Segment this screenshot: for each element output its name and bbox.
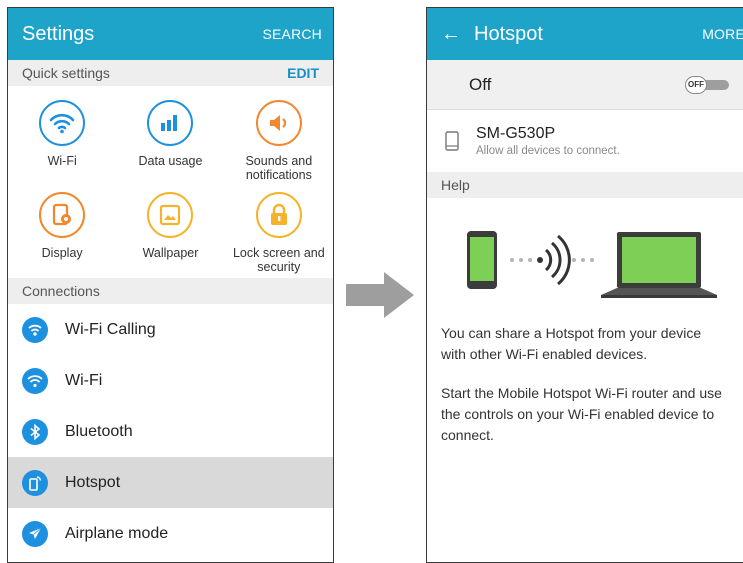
tile-label: Wi-Fi	[47, 154, 77, 168]
wifi-calling-icon	[22, 316, 48, 343]
list-item-label: Hotspot	[65, 473, 121, 491]
hotspot-switch[interactable]: OFF	[685, 75, 731, 94]
more-button[interactable]: MORE	[702, 26, 743, 42]
section-title: Help	[441, 177, 470, 193]
list-item-bluetooth[interactable]: Bluetooth	[8, 406, 333, 457]
help-paragraph: You can share a Hotspot from your device…	[441, 325, 702, 362]
bluetooth-icon	[22, 418, 48, 445]
hotspot-app-bar: ← Hotspot MORE	[427, 8, 743, 60]
list-item-label: Airplane mode	[65, 524, 169, 542]
tile-label: Data usage	[138, 154, 203, 168]
device-row[interactable]: SM-G530P Allow all devices to connect.	[427, 110, 743, 172]
search-button[interactable]: SEARCH	[262, 26, 322, 42]
list-item-label: Wi-Fi Calling	[65, 320, 156, 338]
quick-setting-wallpaper[interactable]: Wallpaper	[116, 184, 224, 278]
wifi-icon	[22, 367, 48, 394]
tile-label: Display	[41, 246, 83, 260]
airplane-icon	[22, 520, 48, 547]
hotspot-icon	[22, 469, 48, 496]
picture-icon	[147, 192, 194, 238]
help-paragraph: Start the Mobile Hotspot Wi-Fi router an…	[441, 385, 722, 443]
list-item-label: Wi-Fi	[65, 371, 103, 389]
help-header: Help	[427, 172, 743, 198]
device-name: SM-G530P	[476, 125, 556, 142]
settings-screen: Settings SEARCH Quick settings EDIT Wi-F…	[7, 7, 334, 563]
list-item-airplane-mode[interactable]: Airplane mode	[8, 508, 333, 559]
device-text: SM-G530P Allow all devices to connect.	[476, 125, 620, 157]
phone-to-laptop-icon	[467, 231, 717, 298]
hotspot-illustration	[427, 198, 743, 323]
hotspot-master-toggle-row[interactable]: Off OFF	[427, 60, 743, 110]
list-item-wifi-calling[interactable]: Wi-Fi Calling	[8, 304, 333, 355]
quick-settings-grid: Wi-Fi Data usage Sounds and notification…	[8, 86, 333, 278]
flow-arrow-icon	[346, 272, 414, 318]
list-item-hotspot[interactable]: Hotspot	[8, 457, 333, 508]
page-title: Settings	[22, 22, 95, 45]
back-arrow-icon[interactable]: ←	[441, 24, 461, 44]
connections-header: Connections	[8, 278, 333, 304]
quick-setting-data-usage[interactable]: Data usage	[116, 86, 224, 184]
connections-list: Wi-Fi Calling Wi-Fi Bluetooth Hotspot Ai…	[8, 304, 333, 559]
switch-thumb: OFF	[685, 75, 707, 94]
section-title: Quick settings	[22, 65, 110, 81]
help-description: You can share a Hotspot from your device…	[427, 323, 743, 446]
page-title: Hotspot	[474, 22, 543, 45]
settings-app-bar: Settings SEARCH	[8, 8, 333, 60]
wifi-icon	[39, 100, 86, 146]
tile-label: Lock screen and security	[232, 246, 325, 274]
quick-setting-wifi[interactable]: Wi-Fi	[8, 86, 116, 184]
list-item-wifi[interactable]: Wi-Fi	[8, 355, 333, 406]
quick-setting-sounds[interactable]: Sounds and notifications	[225, 86, 333, 184]
edit-button[interactable]: EDIT	[287, 65, 319, 81]
display-gear-icon	[39, 192, 86, 238]
device-subtitle: Allow all devices to connect.	[476, 145, 620, 157]
phone-outline-icon	[445, 131, 459, 151]
quick-settings-header: Quick settings EDIT	[8, 60, 333, 86]
speaker-icon	[255, 100, 302, 146]
hotspot-screen: ← Hotspot MORE Off OFF SM-G530P Allow al…	[426, 7, 743, 563]
toggle-state-label: Off	[469, 74, 492, 94]
bar-chart-icon	[147, 100, 194, 146]
section-title: Connections	[22, 283, 100, 299]
quick-setting-lock-screen[interactable]: Lock screen and security	[225, 184, 333, 278]
padlock-icon	[255, 192, 302, 238]
tile-label: Wallpaper	[142, 246, 199, 260]
tile-label: Sounds and notifications	[245, 154, 313, 182]
list-item-label: Bluetooth	[65, 422, 133, 440]
quick-setting-display[interactable]: Display	[8, 184, 116, 278]
